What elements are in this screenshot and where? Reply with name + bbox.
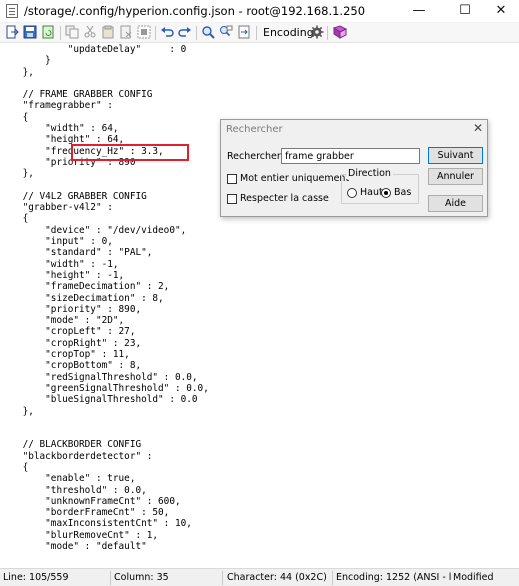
- code-line: "cropTop" : 11,: [0, 349, 130, 361]
- code-line: "width" : 64,: [0, 123, 119, 135]
- whole-word-checkbox[interactable]: [227, 174, 237, 184]
- code-line: "blurRemoveCnt" : 1,: [0, 529, 159, 541]
- code-line: "redSignalThreshold" : 0.0,: [0, 371, 198, 383]
- copy-icon[interactable]: [64, 25, 80, 41]
- code-line: {: [0, 461, 29, 473]
- notepad-app-icon: [6, 4, 18, 18]
- code-line: "cropLeft" : 27,: [0, 326, 136, 338]
- toolbar-separator: [60, 26, 61, 40]
- direction-up-label: Haut: [360, 187, 383, 198]
- help-book-icon[interactable]: [331, 25, 347, 41]
- code-line: },: [0, 168, 34, 180]
- minimize-button[interactable]: —: [401, 0, 437, 23]
- reload-icon[interactable]: [40, 25, 56, 41]
- code-line: {: [0, 111, 29, 123]
- code-line: "blueSignalThreshold" : 0.0: [0, 394, 198, 406]
- find-label: Rechercher :: [227, 151, 288, 162]
- status-column: Column: 35: [114, 572, 169, 583]
- toolbar-separator: [155, 26, 156, 40]
- code-line: "unknownFrameCnt" : 600,: [0, 495, 181, 507]
- status-bar: Line: 105/559 Column: 35 Character: 44 (…: [0, 568, 519, 586]
- redo-icon[interactable]: [177, 25, 193, 41]
- next-button[interactable]: Suivant: [428, 147, 483, 164]
- help-button[interactable]: Aide: [428, 195, 483, 212]
- code-line: "framegrabber" :: [0, 100, 113, 112]
- find-input[interactable]: [281, 148, 420, 164]
- status-separator: [222, 571, 223, 585]
- code-line: "cropBottom" : 8,: [0, 360, 142, 372]
- toolbar-separator: [256, 26, 257, 40]
- status-line: Line: 105/559: [3, 572, 69, 583]
- direction-down-radio[interactable]: [381, 188, 391, 198]
- title-bar: /storage/.config/hyperion.config.json - …: [0, 0, 519, 23]
- match-case-checkbox[interactable]: [227, 194, 237, 204]
- code-line: "borderFrameCnt" : 50,: [0, 507, 170, 519]
- find-icon[interactable]: [200, 25, 216, 41]
- toolbar-separator: [196, 26, 197, 40]
- whole-word-label: Mot entier uniquement: [240, 173, 350, 184]
- code-line: {: [0, 213, 29, 225]
- dialog-title: Rechercher: [226, 124, 283, 135]
- code-line: "mode" : "default": [0, 541, 147, 553]
- code-line: "input" : 0,: [0, 236, 113, 248]
- settings-icon[interactable]: [309, 25, 325, 41]
- code-line: "enable" : true,: [0, 473, 136, 485]
- status-encoding: Encoding: 1252 (ANSI - latin I: [336, 572, 452, 583]
- replace-icon[interactable]: [218, 25, 234, 41]
- code-line: "standard" : "PAL",: [0, 247, 153, 259]
- code-line: // BLACKBORDER CONFIG: [0, 439, 142, 451]
- cancel-button[interactable]: Annuler: [428, 168, 483, 185]
- code-line: "maxInconsistentCnt" : 10,: [0, 518, 192, 530]
- close-button[interactable]: ✕: [483, 0, 519, 23]
- status-modified: Modified: [453, 572, 494, 583]
- code-line: },: [0, 405, 34, 417]
- delete-icon[interactable]: [118, 25, 134, 41]
- select-all-icon[interactable]: [136, 25, 152, 41]
- code-line: // V4L2 GRABBER CONFIG: [0, 190, 147, 202]
- goto-icon[interactable]: [236, 25, 252, 41]
- code-line: // FRAME GRABBER CONFIG: [0, 89, 153, 101]
- code-line: "mode" : "2D",: [0, 315, 125, 327]
- dialog-close-button[interactable]: ✕: [471, 121, 485, 135]
- status-character: Character: 44 (0x2C): [227, 572, 327, 583]
- undo-icon[interactable]: [159, 25, 175, 41]
- window-title: /storage/.config/hyperion.config.json - …: [24, 4, 366, 18]
- direction-label: Direction: [346, 168, 393, 179]
- save-icon[interactable]: [22, 25, 38, 41]
- code-line: "blackborderdetector" :: [0, 450, 153, 462]
- paste-icon[interactable]: [100, 25, 116, 41]
- maximize-button[interactable]: ☐: [447, 0, 483, 23]
- code-line: "cropRight" : 23,: [0, 337, 142, 349]
- direction-up-radio[interactable]: [347, 188, 357, 198]
- code-line: "grabber-v4l2" :: [0, 202, 113, 214]
- direction-down-label: Bas: [394, 187, 412, 198]
- code-line: "height" : -1,: [0, 269, 125, 281]
- code-line: "device" : "/dev/video0",: [0, 224, 187, 236]
- cut-icon[interactable]: [82, 25, 98, 41]
- toolbar-separator: [327, 26, 328, 40]
- toolbar: Encoding: [0, 23, 519, 43]
- status-separator: [332, 571, 333, 585]
- find-dialog: Rechercher ✕ Rechercher : Suivant Annule…: [220, 119, 488, 217]
- code-line: "priority" : 890,: [0, 303, 142, 315]
- code-line: "sizeDecimation" : 8,: [0, 292, 164, 304]
- code-area[interactable]: "updateDelay" : 0 } }, // FRAME GRABBER …: [0, 44, 209, 552]
- encoding-menu-button[interactable]: Encoding: [263, 26, 314, 39]
- match-case-label: Respecter la casse: [240, 193, 329, 204]
- exit-icon[interactable]: [4, 25, 20, 41]
- code-line: "greenSignalThreshold" : 0.0,: [0, 382, 209, 394]
- code-line: },: [0, 66, 34, 78]
- code-line: "width" : -1,: [0, 258, 119, 270]
- highlight-annotation: [71, 144, 189, 161]
- code-line: "updateDelay" : 0: [0, 44, 187, 55]
- code-line: }: [0, 55, 51, 67]
- status-separator: [110, 571, 111, 585]
- code-line: "threshold" : 0.0,: [0, 484, 147, 496]
- code-line: "frameDecimation" : 2,: [0, 281, 170, 293]
